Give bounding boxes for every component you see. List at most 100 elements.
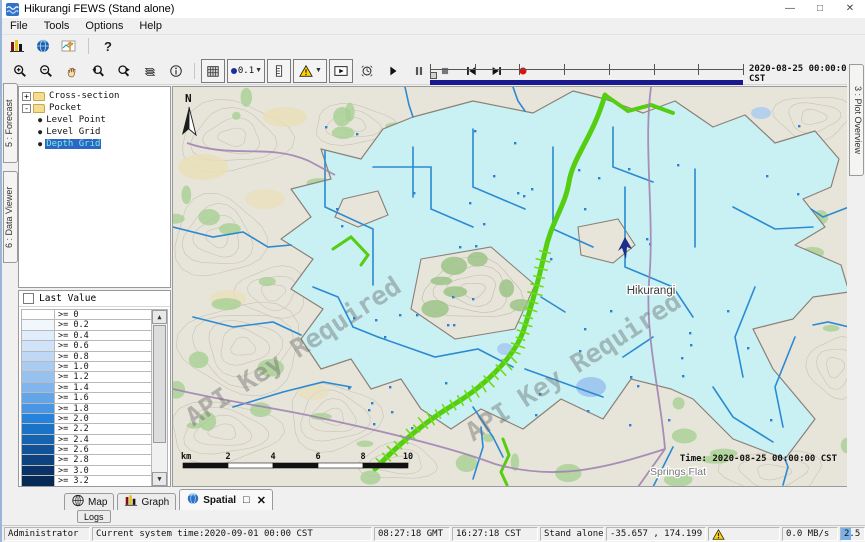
legend-color-swatch (22, 310, 55, 319)
animation-clock-icon (359, 64, 375, 78)
scroll-down-icon[interactable]: ▼ (152, 472, 167, 486)
map-display-button[interactable] (32, 36, 54, 56)
leaf-bullet-icon: ● (38, 140, 42, 148)
menu-item-file[interactable]: File (2, 19, 36, 33)
map-view: API Key Required API Key Required Hikura… (172, 86, 865, 487)
scale-bar-button[interactable] (267, 59, 291, 83)
tree-node-level-point[interactable]: ●Level Point (22, 114, 170, 126)
last-value-checkbox[interactable] (23, 293, 34, 304)
legend-color-swatch (22, 466, 55, 475)
legend-class-label: >= 1.6 (55, 393, 89, 402)
tree-node-depth-grid[interactable]: ●Depth Grid (22, 138, 170, 150)
globe-icon (35, 39, 51, 53)
thresholds-button[interactable]: ▼ (293, 59, 327, 83)
close-panel-icon[interactable]: ✕ (257, 494, 266, 507)
animation-settings-button[interactable] (355, 59, 379, 83)
status-memory: 2.5 GB (840, 527, 865, 541)
map-time-label: Time: 2020-08-25 00:00:00 CST (680, 453, 838, 464)
tab-graph[interactable]: Graph (117, 493, 176, 510)
bar-chart-icon (124, 494, 138, 510)
legend-class-label: >= 0.4 (55, 331, 89, 340)
left-tab-strip: 5 : Forecast 6 : Data Viewer (2, 85, 18, 487)
legend-class-label: >= 2.6 (55, 445, 89, 454)
tree-node-pocket[interactable]: -Pocket (22, 102, 170, 114)
tree-expander-icon[interactable]: - (22, 104, 31, 113)
minimize-button[interactable]: — (775, 0, 805, 18)
legend-color-swatch (22, 424, 55, 433)
database-display-button[interactable] (6, 36, 28, 56)
tree-expander-icon[interactable]: + (22, 92, 31, 101)
tab-logs[interactable]: Logs (77, 510, 111, 523)
bar-chart-icon (9, 39, 25, 53)
contour-interval-value: 0.1 (238, 66, 254, 76)
tab-map[interactable]: Map (64, 493, 114, 510)
town-label: Hikurangi (627, 285, 676, 297)
scroll-up-icon[interactable]: ▲ (152, 310, 167, 324)
time-slider-handle[interactable] (430, 72, 437, 79)
tree-node-level-grid[interactable]: ●Level Grid (22, 126, 170, 138)
legend-color-swatch (22, 393, 55, 402)
time-slider[interactable] (430, 60, 744, 82)
maximize-button[interactable]: □ (805, 0, 835, 18)
title-bar: Hikurangi FEWS (Stand alone) — □ ✕ (2, 0, 865, 18)
tab-plot-overview[interactable]: 3 : Plot Overview (849, 64, 864, 176)
status-text: Administrator (8, 529, 78, 539)
layers-button[interactable] (138, 59, 162, 83)
app-logo-icon (6, 3, 19, 16)
contour-interval-button[interactable]: 0.1 ▼ (227, 59, 265, 83)
close-button[interactable]: ✕ (835, 0, 865, 18)
status-system-time: Current system time:2020-09-01 00:00 CST (92, 527, 372, 541)
tab-label: Map (88, 497, 107, 508)
tab-forecast[interactable]: 5 : Forecast (3, 83, 18, 163)
logs-row: Logs (2, 510, 865, 525)
last-value-label: Last Value (39, 293, 96, 304)
legend-class-label: >= 0.8 (55, 352, 89, 361)
animation-panel-button[interactable] (329, 59, 353, 83)
pause-button[interactable] (407, 59, 431, 83)
scrollbar-thumb[interactable] (153, 325, 166, 443)
legend-row: >= 0.8 (22, 352, 151, 362)
tab-data-viewer[interactable]: 6 : Data Viewer (3, 171, 18, 263)
scale-tick-label: 10 (403, 452, 413, 462)
legend-row: >= 2.6 (22, 445, 151, 455)
status-warning (708, 527, 780, 541)
ruler-icon (271, 64, 287, 78)
status-text: -35.657 , 174.199 (610, 529, 702, 539)
help-button[interactable]: ? (97, 36, 119, 56)
legend-class-label: >= 0.6 (55, 341, 89, 350)
menu-item-tools[interactable]: Tools (36, 19, 78, 33)
zoom-previous-button[interactable] (86, 59, 110, 83)
tab-spatial[interactable]: Spatial□✕ (179, 489, 273, 510)
menu-item-options[interactable]: Options (77, 19, 131, 33)
grid-toggle-button[interactable] (201, 59, 225, 83)
tree-node-label: Level Point (45, 115, 107, 125)
spatial-display-button[interactable] (58, 36, 80, 56)
zoom-next-button[interactable] (112, 59, 136, 83)
zoom-out-button[interactable] (34, 59, 58, 83)
globe-wireframe-icon (71, 494, 85, 510)
play-button[interactable] (381, 59, 405, 83)
legend-row: >= 1.0 (22, 362, 151, 372)
scale-tick-label: 8 (360, 452, 365, 462)
map-canvas[interactable]: API Key Required API Key Required Hikura… (173, 87, 849, 487)
help-icon: ? (104, 39, 112, 54)
maximize-panel-icon[interactable]: □ (243, 494, 250, 506)
time-slider-tick (743, 64, 744, 75)
legend-scrollbar[interactable]: ▲ ▼ (151, 310, 167, 486)
warning-icon (298, 64, 314, 78)
legend-row: >= 1.4 (22, 383, 151, 393)
status-coordinates: -35.657 , 174.199 (606, 527, 706, 541)
pause-icon (411, 64, 427, 78)
time-slider-track (430, 69, 743, 70)
tree-node-cross-section[interactable]: +Cross-section (22, 90, 170, 102)
zoom-out-icon (38, 64, 54, 78)
chevron-down-icon: ▼ (315, 67, 322, 74)
scale-tick-label: 4 (270, 452, 275, 462)
pan-button[interactable] (60, 59, 84, 83)
legend-color-swatch (22, 455, 55, 464)
info-button[interactable] (164, 59, 188, 83)
menu-item-help[interactable]: Help (131, 19, 170, 33)
legend-class-label: >= 1.0 (55, 362, 89, 371)
zoom-in-button[interactable] (8, 59, 32, 83)
legend-color-swatch (22, 404, 55, 413)
